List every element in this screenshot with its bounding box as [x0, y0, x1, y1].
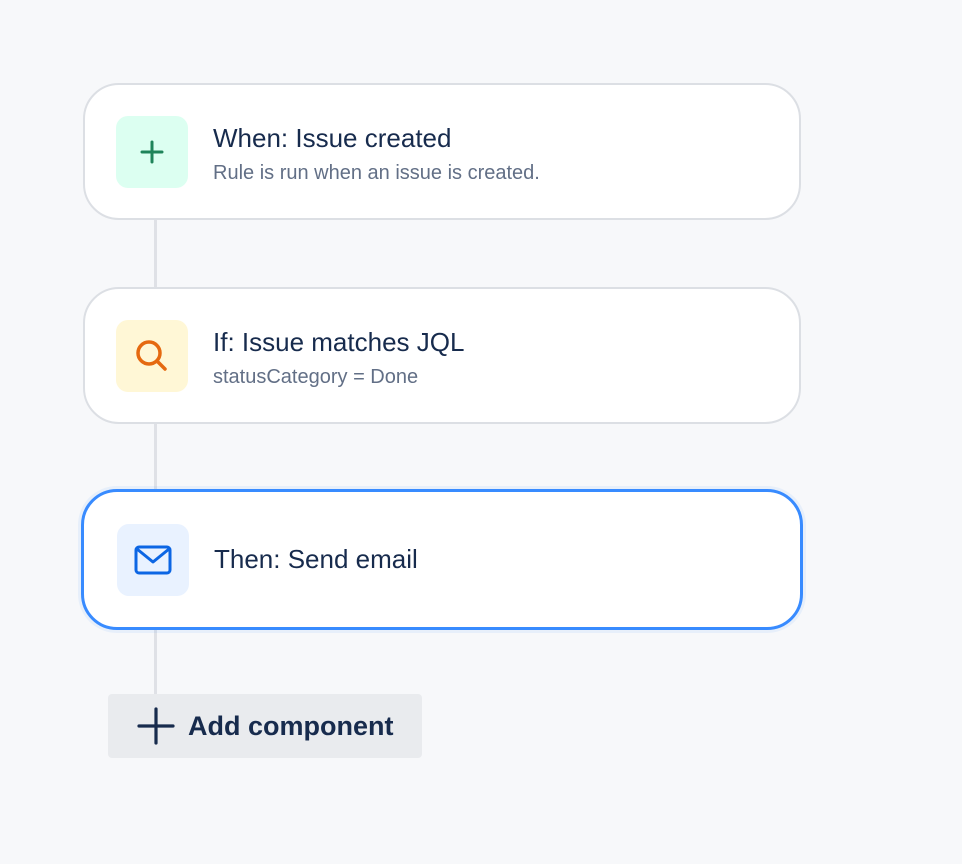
plus-icon [140, 140, 164, 164]
trigger-icon-box [116, 116, 188, 188]
action-icon-box [117, 524, 189, 596]
search-icon [136, 340, 167, 371]
trigger-card[interactable]: When: Issue created Rule is run when an … [83, 83, 801, 220]
action-card[interactable]: Then: Send email [81, 489, 803, 630]
connector-line [154, 424, 157, 490]
rule-canvas: When: Issue created Rule is run when an … [0, 0, 962, 864]
condition-card[interactable]: If: Issue matches JQL statusCategory = D… [83, 287, 801, 424]
plus-icon [136, 706, 176, 746]
trigger-title: When: Issue created [213, 123, 452, 153]
condition-icon-box [116, 320, 188, 392]
action-title: Then: Send email [214, 544, 418, 574]
connector-line [154, 629, 157, 695]
add-component-button[interactable]: Add component [108, 694, 422, 758]
mail-icon [134, 545, 172, 575]
condition-subtitle: statusCategory = Done [213, 366, 419, 388]
condition-title: If: Issue matches JQL [213, 327, 465, 357]
connector-line [154, 220, 157, 288]
add-component-label: Add component [188, 710, 394, 741]
trigger-subtitle: Rule is run when an issue is created. [213, 162, 540, 184]
